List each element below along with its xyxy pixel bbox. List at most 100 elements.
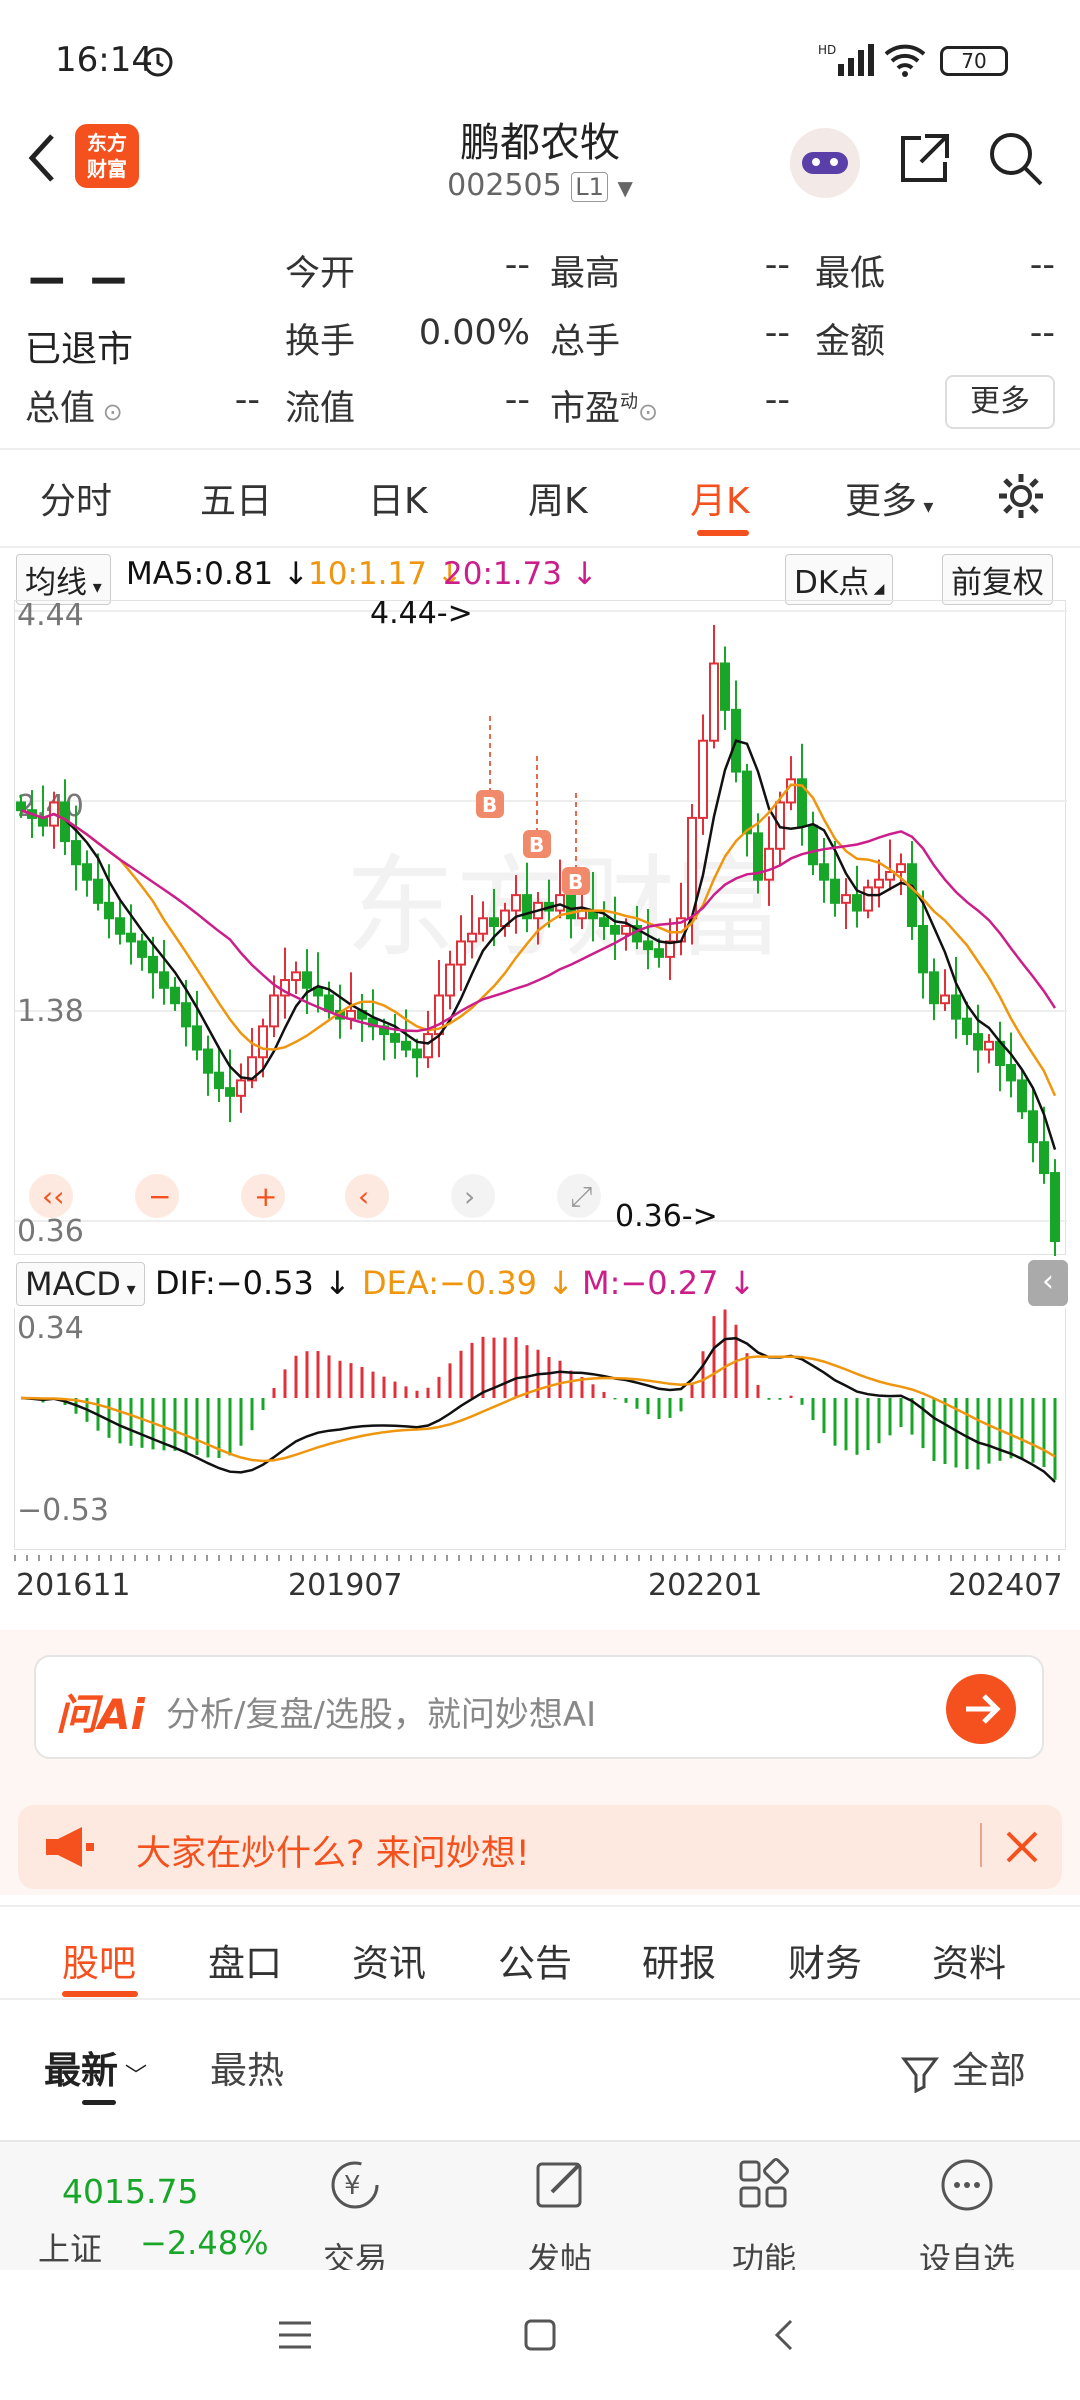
status-bar: 16:14 HD 70 xyxy=(0,0,1080,110)
ma20-value: 20:1.73 ↓ xyxy=(443,556,598,592)
x-label-start: 201611 xyxy=(16,1568,131,1603)
trade-icon[interactable]: ¥ xyxy=(326,2156,384,2214)
macd-y-bottom: −0.53 xyxy=(17,1493,109,1528)
x-axis-ticks xyxy=(14,1555,1066,1561)
index-value[interactable]: 4015.75 xyxy=(62,2172,198,2211)
candle-body xyxy=(423,1033,433,1059)
candle-body xyxy=(445,963,455,997)
wifi-icon xyxy=(884,44,926,77)
candle-body xyxy=(236,1079,246,1097)
functions-icon[interactable] xyxy=(735,2156,793,2214)
add-watchlist-icon[interactable] xyxy=(938,2156,996,2214)
candle-body xyxy=(489,917,499,928)
tab-orderbook[interactable]: 盘口 xyxy=(208,1933,282,1987)
open-label: 今开 xyxy=(285,254,356,294)
candle-body xyxy=(764,847,774,881)
nav-back-icon[interactable] xyxy=(765,2315,805,2355)
kline-chart[interactable]: 东方财富4.442.401.380.364.44->0.36->BBB‹‹−+‹… xyxy=(14,596,1067,1265)
tab-daily-k[interactable]: 日K xyxy=(368,472,428,524)
tab-weekly-k[interactable]: 周K xyxy=(528,472,588,524)
y-axis-label: 1.38 xyxy=(17,994,84,1029)
battery-icon: 70 xyxy=(940,46,1008,76)
ai-ask-box[interactable]: 问Ai 分析/复盘/选股，就问妙想AI xyxy=(34,1655,1044,1759)
kline-svg: 东方财富4.442.401.380.364.44->0.36->BBB‹‹−+‹… xyxy=(15,596,1067,1265)
x-label-3: 202201 xyxy=(648,1568,763,1603)
tab-more-periods[interactable]: 更多 ▾ xyxy=(845,472,933,524)
pe-value: -- xyxy=(764,380,790,420)
hot-topic-text: 大家在炒什么? 来问妙想! xyxy=(136,1834,530,1874)
home-icon[interactable] xyxy=(520,2315,560,2355)
settings-gear-icon[interactable] xyxy=(995,470,1047,522)
filter-all[interactable]: 全部 xyxy=(900,2040,1026,2094)
index-change[interactable]: −2.48% xyxy=(140,2224,268,2262)
macd-chart[interactable]: 0.34 −0.53 xyxy=(14,1308,1066,1550)
candle-body xyxy=(478,917,488,935)
dif-value: DIF:−0.53 ↓ xyxy=(155,1264,351,1302)
total-cap-label: 总值 ⊙ xyxy=(25,389,123,429)
macd-y-top: 0.34 xyxy=(17,1311,84,1346)
candle-body xyxy=(819,863,829,881)
candle-body xyxy=(324,994,334,1012)
collapse-panel-button[interactable]: ‹ xyxy=(1028,1260,1068,1306)
tab-monthly-k[interactable]: 月K xyxy=(690,472,750,524)
macd-selector[interactable]: MACD ▾ xyxy=(16,1262,145,1306)
sort-latest[interactable]: 最新 ﹀ xyxy=(44,2040,147,2094)
tab-profile[interactable]: 资料 xyxy=(932,1933,1006,1987)
total-cap-value: -- xyxy=(234,380,260,420)
buy-marker-label: B xyxy=(568,870,583,894)
sort-hot[interactable]: 最热 xyxy=(210,2040,284,2094)
m-value: M:−0.27 ↓ xyxy=(582,1264,756,1302)
post-icon[interactable] xyxy=(532,2156,590,2214)
candle-body xyxy=(115,917,125,935)
tab-intraday[interactable]: 分时 xyxy=(40,472,112,524)
filter-icon xyxy=(901,2057,939,2093)
hot-topic-banner[interactable]: 大家在炒什么? 来问妙想! xyxy=(18,1805,1062,1889)
candle-body xyxy=(643,940,653,951)
candle-body xyxy=(302,971,312,989)
candle-body xyxy=(808,824,818,866)
ai-send-button[interactable] xyxy=(946,1674,1016,1744)
fullscreen-button-glyph: ⤢ xyxy=(570,1180,592,1213)
index-name[interactable]: 上证 xyxy=(38,2224,102,2270)
svg-text:¥: ¥ xyxy=(344,2171,361,2201)
tab-news[interactable]: 资讯 xyxy=(352,1933,426,1987)
dk-point-selector[interactable]: DK点 ◢ xyxy=(785,554,894,605)
candle-body xyxy=(511,894,521,912)
tab-forum[interactable]: 股吧 xyxy=(62,1933,136,1987)
candle-body xyxy=(852,894,862,912)
ma10-value: 10:1.17 ↓ xyxy=(308,556,463,592)
candle-body xyxy=(401,1040,411,1051)
adjust-price-selector[interactable]: 前复权 xyxy=(942,554,1053,605)
share-icon[interactable] xyxy=(895,128,955,188)
candle-body xyxy=(203,1048,213,1074)
tab-announcements[interactable]: 公告 xyxy=(498,1933,572,1987)
candle-body xyxy=(412,1048,422,1059)
ma-legend: 均线 ▾ MA5:0.81 ↓ 10:1.17 ↓ 20:1.73 ↓ DK点 … xyxy=(0,548,1080,605)
close-icon[interactable] xyxy=(1002,1827,1042,1867)
scroll-left-button-glyph: ‹ xyxy=(358,1180,369,1213)
buy-marker-label: B xyxy=(529,833,544,857)
candle-body xyxy=(467,932,477,943)
high-label: 最高 xyxy=(550,254,621,294)
tab-five-day[interactable]: 五日 xyxy=(200,472,272,524)
delisted-status: 已退市 xyxy=(25,329,134,370)
x-label-end: 202407 xyxy=(948,1568,1063,1603)
tab-finance[interactable]: 财务 xyxy=(788,1933,862,1987)
last-price: − − xyxy=(25,250,131,310)
tab-research[interactable]: 研报 xyxy=(642,1933,716,1987)
low-price-label: 0.36-> xyxy=(615,1199,718,1234)
candle-body xyxy=(214,1071,224,1090)
more-quote-button[interactable]: 更多 xyxy=(945,375,1055,429)
search-icon[interactable] xyxy=(985,128,1045,188)
candle-body xyxy=(907,863,917,927)
indicator-selector[interactable]: 均线 ▾ xyxy=(16,554,111,605)
candle-body xyxy=(918,925,928,974)
divider xyxy=(980,1823,982,1867)
candle-body xyxy=(654,948,664,958)
zoom-in-button-glyph: + xyxy=(254,1180,277,1213)
candle-body xyxy=(698,739,708,819)
level-badge: L1 xyxy=(571,172,608,202)
ai-avatar-icon[interactable] xyxy=(790,128,860,198)
ai-input-placeholder[interactable]: 分析/复盘/选股，就问妙想AI xyxy=(166,1687,596,1736)
menu-icon[interactable] xyxy=(275,2315,315,2355)
